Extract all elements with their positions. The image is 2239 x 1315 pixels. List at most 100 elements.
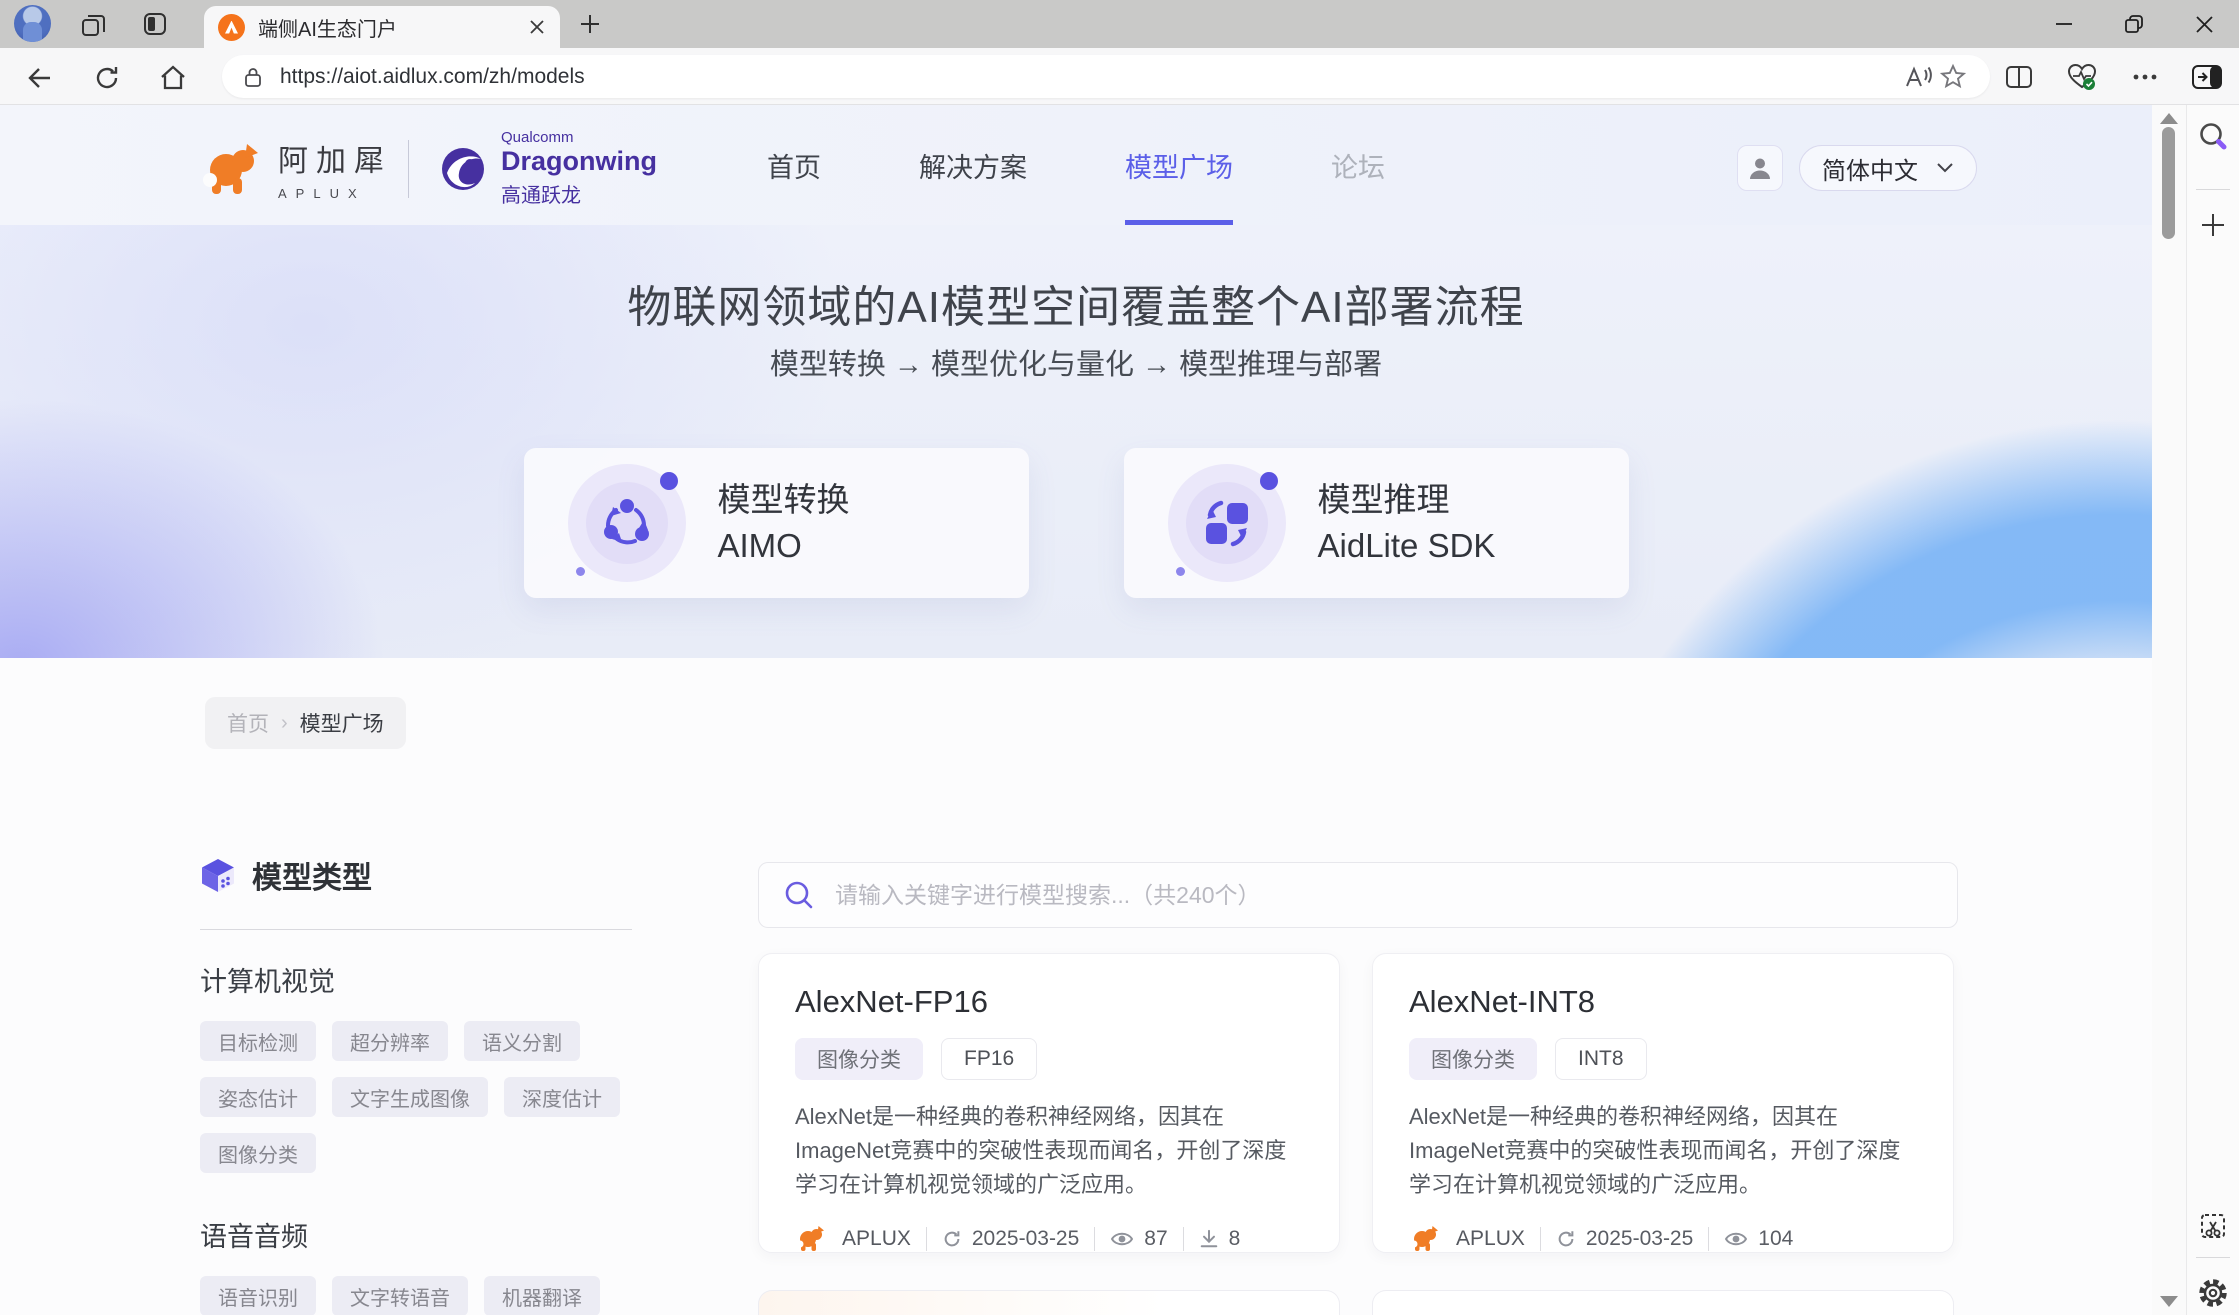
tag-depth-estimation[interactable]: 深度估计 — [504, 1077, 620, 1117]
sidebar-title: 模型类型 — [252, 853, 372, 897]
tag-super-resolution[interactable]: 超分辨率 — [332, 1021, 448, 1061]
publisher-name: APLUX — [842, 1227, 911, 1251]
tab-title: 端侧AI生态门户 — [258, 13, 528, 42]
restore-button[interactable] — [2099, 0, 2169, 48]
user-account-button[interactable] — [1737, 145, 1783, 191]
group-computer-vision: 计算机视觉 — [200, 960, 632, 999]
language-selector[interactable]: 简体中文 — [1799, 145, 1977, 191]
tag-object-detection[interactable]: 目标检测 — [200, 1021, 316, 1061]
model-footer: APLUX 2025-03-25 104 — [1409, 1224, 1917, 1253]
reload-icon[interactable] — [92, 63, 122, 93]
nav-item-models[interactable]: 模型广场 — [1125, 105, 1233, 225]
model-tag-category[interactable]: 图像分类 — [795, 1038, 923, 1080]
model-card-partial[interactable] — [758, 1290, 1340, 1315]
read-aloud-icon[interactable] — [1902, 60, 1936, 94]
browser-profile-avatar[interactable] — [14, 5, 51, 42]
publisher-logo-icon — [1409, 1224, 1441, 1253]
hero-title: 物联网领域的AI模型空间覆盖整个AI部署流程 — [0, 271, 2152, 335]
home-icon[interactable] — [158, 63, 188, 93]
tag-semantic-segmentation[interactable]: 语义分割 — [464, 1021, 580, 1061]
person-icon — [1747, 155, 1773, 181]
model-card-alexnet-fp16[interactable]: AlexNet-FP16 图像分类 FP16 AlexNet是一种经典的卷积神经… — [758, 953, 1340, 1253]
updated-date: 2025-03-25 — [972, 1227, 1079, 1251]
group-speech-audio: 语音音频 — [200, 1215, 632, 1254]
hero-section: 物联网领域的AI模型空间覆盖整个AI部署流程 模型转换 → 模型优化与量化 → … — [0, 225, 2152, 658]
scroll-down-icon[interactable] — [2160, 1296, 2178, 1307]
breadcrumb-home[interactable]: 首页 — [227, 708, 269, 738]
downloads-icon — [1199, 1229, 1219, 1249]
back-icon[interactable] — [25, 63, 55, 93]
tag-text-to-speech[interactable]: 文字转语音 — [332, 1276, 468, 1315]
browser-tab[interactable]: 端侧AI生态门户 — [204, 6, 560, 48]
breadcrumb-separator: › — [281, 712, 288, 735]
minimize-button[interactable] — [2029, 0, 2099, 48]
url-text[interactable]: https://aiot.aidlux.com/zh/models — [280, 65, 1902, 89]
model-footer: APLUX 2025-03-25 87 — [795, 1224, 1303, 1253]
sidebar-divider — [200, 929, 632, 930]
page-scrollbar[interactable] — [2152, 105, 2186, 1315]
tab-close-icon[interactable] — [528, 18, 546, 36]
hero-card-subtitle: AidLite SDK — [1318, 523, 1496, 569]
browser-essentials-icon[interactable] — [2066, 62, 2098, 92]
tag-text-to-image[interactable]: 文字生成图像 — [332, 1077, 488, 1117]
close-window-button[interactable] — [2169, 0, 2239, 48]
scroll-up-icon[interactable] — [2160, 113, 2178, 124]
workspaces-icon[interactable] — [80, 11, 107, 38]
cube-icon — [200, 857, 236, 893]
sidebar-search-icon[interactable] — [2197, 121, 2229, 153]
tag-image-classification[interactable]: 图像分类 — [200, 1133, 316, 1173]
brand-logos[interactable]: 阿加犀 APLUX Qualcomm Dragonwing 高通跃龙 — [200, 129, 657, 208]
tag-machine-translation[interactable]: 机器翻译 — [484, 1276, 600, 1315]
address-bar[interactable]: https://aiot.aidlux.com/zh/models — [222, 55, 1990, 98]
toolbar-right-icons — [1988, 48, 2239, 105]
header-actions: 简体中文 — [1737, 145, 1977, 191]
sidebar-add-icon[interactable] — [2199, 211, 2227, 239]
new-tab-icon[interactable] — [578, 12, 602, 36]
hero-card-title: 模型推理 — [1318, 477, 1496, 523]
language-label: 简体中文 — [1822, 151, 1918, 186]
model-tag-category[interactable]: 图像分类 — [1409, 1038, 1537, 1080]
updated-icon — [942, 1229, 962, 1249]
tag-pose-estimation[interactable]: 姿态估计 — [200, 1077, 316, 1117]
model-conversion-icon — [568, 464, 686, 582]
site-favicon — [218, 14, 245, 41]
favorites-star-icon[interactable] — [1936, 60, 1970, 94]
page-content: 阿加犀 APLUX Qualcomm Dragonwing 高通跃龙 首页 解决… — [0, 105, 2152, 1315]
partial-cards-row — [758, 1290, 1954, 1315]
model-tag-precision[interactable]: INT8 — [1555, 1038, 1647, 1080]
lock-icon[interactable] — [242, 65, 264, 89]
copilot-sidebar-toggle-icon[interactable] — [2191, 64, 2223, 90]
browser-titlebar: 端侧AI生态门户 — [0, 0, 2239, 48]
breadcrumb: 首页 › 模型广场 — [205, 697, 406, 749]
nav-item-forum[interactable]: 论坛 — [1331, 105, 1385, 225]
dragonwing-logo-icon — [437, 143, 489, 195]
search-input[interactable] — [835, 882, 1933, 909]
nav-item-home[interactable]: 首页 — [767, 105, 821, 225]
model-description: AlexNet是一种经典的卷积神经网络，因其在ImageNet竞赛中的突破性表现… — [795, 1100, 1303, 1202]
sidebar-settings-gear-icon[interactable] — [2197, 1277, 2229, 1309]
model-card-partial[interactable] — [1372, 1290, 1954, 1315]
model-search-bar[interactable] — [758, 862, 1958, 928]
window-controls — [2029, 0, 2239, 48]
screenshot-snip-icon[interactable] — [2198, 1211, 2228, 1241]
dragonwing-brand-text: Qualcomm — [501, 129, 657, 146]
main-nav: 首页 解决方案 模型广场 论坛 — [767, 105, 1385, 225]
split-screen-icon[interactable] — [2004, 63, 2034, 91]
hero-card-model-conversion[interactable]: 模型转换 AIMO — [524, 448, 1029, 598]
views-icon — [1724, 1230, 1748, 1248]
nav-item-solutions[interactable]: 解决方案 — [919, 105, 1027, 225]
publisher-logo-icon — [795, 1224, 827, 1253]
model-card-alexnet-int8[interactable]: AlexNet-INT8 图像分类 INT8 AlexNet是一种经典的卷积神经… — [1372, 953, 1954, 1253]
aplux-logo-icon — [200, 140, 264, 198]
downloads-count: 8 — [1229, 1227, 1241, 1251]
settings-more-icon[interactable] — [2131, 72, 2159, 82]
hero-card-model-inference[interactable]: 模型推理 AidLite SDK — [1124, 448, 1629, 598]
model-description: AlexNet是一种经典的卷积神经网络，因其在ImageNet竞赛中的突破性表现… — [1409, 1100, 1917, 1202]
scrollbar-thumb[interactable] — [2162, 127, 2175, 239]
tag-speech-recognition[interactable]: 语音识别 — [200, 1276, 316, 1315]
cv-tags: 目标检测 超分辨率 语义分割 姿态估计 文字生成图像 深度估计 图像分类 — [200, 1021, 632, 1173]
tab-actions-icon[interactable] — [142, 11, 168, 37]
model-title: AlexNet-INT8 — [1409, 984, 1917, 1020]
publisher-name: APLUX — [1456, 1227, 1525, 1251]
model-tag-precision[interactable]: FP16 — [941, 1038, 1037, 1080]
